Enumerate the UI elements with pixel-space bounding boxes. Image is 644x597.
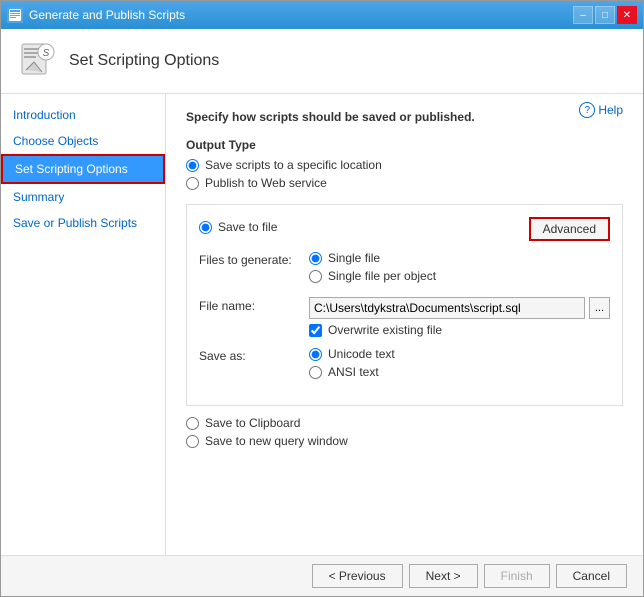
files-to-generate-row: Files to generate: Single file Single fi… (199, 251, 610, 287)
files-to-generate-label: Files to generate: (199, 251, 309, 267)
dialog-header: S Set Scripting Options (1, 29, 643, 94)
save-as-label: Save as: (199, 347, 309, 363)
header-icon: S (17, 41, 57, 81)
radio-save-to-file[interactable]: Save to file (199, 220, 277, 234)
file-name-label: File name: (199, 297, 309, 313)
radio-save-location[interactable]: Save scripts to a specific location (186, 158, 623, 172)
radio-single-file[interactable]: Single file (309, 251, 610, 265)
title-bar: Generate and Publish Scripts – □ ✕ (1, 1, 643, 29)
radio-unicode[interactable]: Unicode text (309, 347, 610, 361)
dialog-title: Set Scripting Options (69, 52, 219, 70)
minimize-button[interactable]: – (573, 6, 593, 24)
save-as-controls: Unicode text ANSI text (309, 347, 610, 383)
radio-query-window[interactable]: Save to new query window (186, 434, 623, 448)
maximize-button[interactable]: □ (595, 6, 615, 24)
save-to-file-header: Save to file Advanced (199, 217, 610, 241)
radio-ansi[interactable]: ANSI text (309, 365, 610, 379)
main-content: ? Help Specify how scripts should be sav… (166, 94, 643, 555)
sidebar-item-choose-objects[interactable]: Choose Objects (1, 128, 165, 154)
next-button[interactable]: Next > (409, 564, 478, 588)
help-link[interactable]: ? Help (579, 102, 623, 118)
sidebar-item-set-scripting-options[interactable]: Set Scripting Options (1, 154, 165, 184)
file-name-controls: ... Overwrite existing file (309, 297, 610, 337)
sidebar-item-save-or-publish[interactable]: Save or Publish Scripts (1, 210, 165, 236)
app-icon (7, 7, 23, 23)
output-type-label: Output Type (186, 138, 623, 152)
overwrite-row[interactable]: Overwrite existing file (309, 323, 610, 337)
dialog-body: Introduction Choose Objects Set Scriptin… (1, 94, 643, 555)
previous-button[interactable]: < Previous (312, 564, 403, 588)
cancel-button[interactable]: Cancel (556, 564, 627, 588)
file-name-row: File name: ... Overwrite existing file (199, 297, 610, 337)
save-to-file-section: Save to file Advanced Files to generate:… (186, 204, 623, 406)
files-to-generate-controls: Single file Single file per object (309, 251, 610, 287)
window-title: Generate and Publish Scripts (29, 8, 185, 22)
file-name-input[interactable] (309, 297, 585, 319)
sidebar-item-summary[interactable]: Summary (1, 184, 165, 210)
finish-button[interactable]: Finish (484, 564, 550, 588)
save-as-row: Save as: Unicode text ANSI text (199, 347, 610, 383)
output-type-group: Output Type Save scripts to a specific l… (186, 138, 623, 190)
radio-clipboard[interactable]: Save to Clipboard (186, 416, 623, 430)
sidebar: Introduction Choose Objects Set Scriptin… (1, 94, 166, 555)
browse-button[interactable]: ... (589, 297, 610, 319)
window: Generate and Publish Scripts – □ ✕ S Set… (0, 0, 644, 597)
other-options-group: Save to Clipboard Save to new query wind… (186, 416, 623, 448)
svg-text:S: S (43, 48, 50, 59)
advanced-button[interactable]: Advanced (529, 217, 610, 241)
content-description: Specify how scripts should be saved or p… (186, 110, 623, 124)
help-icon: ? (579, 102, 595, 118)
radio-publish-web[interactable]: Publish to Web service (186, 176, 623, 190)
sidebar-item-introduction[interactable]: Introduction (1, 102, 165, 128)
close-button[interactable]: ✕ (617, 6, 637, 24)
dialog-footer: < Previous Next > Finish Cancel (1, 555, 643, 596)
radio-single-file-per-object[interactable]: Single file per object (309, 269, 610, 283)
